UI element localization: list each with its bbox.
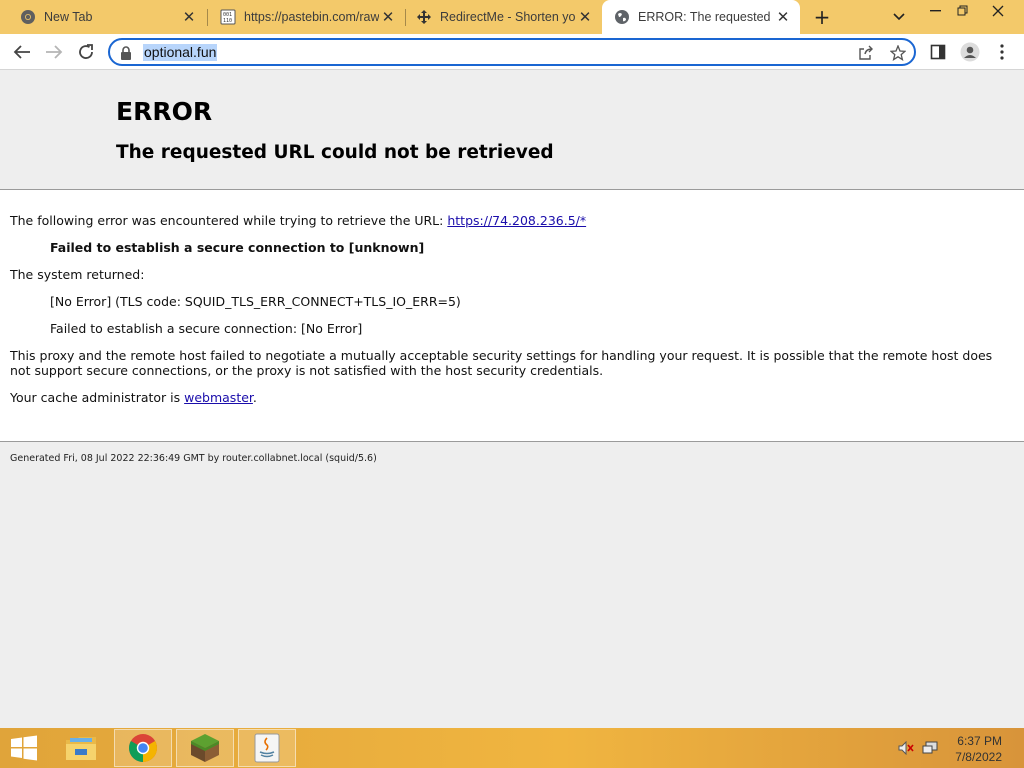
chrome-icon[interactable] bbox=[114, 729, 172, 767]
redirectme-icon bbox=[416, 9, 432, 25]
system-returned-label: The system returned: bbox=[10, 267, 145, 282]
address-bar[interactable]: optional.fun bbox=[108, 38, 916, 66]
profile-avatar-icon[interactable] bbox=[958, 40, 982, 64]
error-content: The following error was encountered whil… bbox=[0, 190, 1024, 442]
tls-error-code: [No Error] (TLS code: SQUID_TLS_ERR_CONN… bbox=[50, 294, 461, 309]
restore-button[interactable] bbox=[945, 0, 981, 22]
side-panel-icon[interactable] bbox=[926, 40, 950, 64]
admin-suffix-text: . bbox=[252, 390, 257, 405]
admin-prefix-text: Your cache administrator is bbox=[10, 390, 185, 405]
network-icon[interactable] bbox=[920, 729, 940, 767]
back-button[interactable] bbox=[10, 40, 34, 64]
windows-start-icon[interactable] bbox=[6, 729, 42, 767]
webmaster-link[interactable]: webmaster bbox=[184, 390, 253, 405]
tab-title: ERROR: The requested U bbox=[638, 10, 774, 24]
close-tab-icon[interactable]: ✕ bbox=[576, 8, 594, 26]
tab-title: RedirectMe - Shorten yo bbox=[440, 10, 576, 24]
clock-date: 7/8/2022 bbox=[955, 750, 1002, 764]
secure-connection-failure: Failed to establish a secure connection:… bbox=[50, 321, 363, 336]
reload-button[interactable] bbox=[74, 40, 98, 64]
page-content: ERROR The requested URL could not be ret… bbox=[0, 70, 1024, 728]
intro-text: The following error was encountered whil… bbox=[10, 213, 448, 228]
close-window-button[interactable] bbox=[980, 0, 1016, 22]
error-intro: The following error was encountered whil… bbox=[10, 213, 1010, 228]
clock-time: 6:37 PM bbox=[957, 734, 1002, 748]
bookmark-star-icon[interactable] bbox=[888, 43, 908, 63]
close-tab-icon[interactable]: ✕ bbox=[180, 8, 198, 26]
tab-title: https://pastebin.com/raw bbox=[244, 10, 379, 24]
retrieved-url-link[interactable]: https://74.208.236.5/* bbox=[447, 213, 586, 228]
chevron-down-icon[interactable] bbox=[888, 6, 910, 28]
new-tab-button[interactable]: + bbox=[809, 4, 835, 30]
speaker-muted-icon[interactable] bbox=[896, 729, 916, 767]
generated-footer: Generated Fri, 08 Jul 2022 22:36:49 GMT … bbox=[10, 453, 377, 464]
failure-message: Failed to establish a secure connection … bbox=[50, 240, 425, 255]
tab-pastebin[interactable]: 001 110 https://pastebin.com/raw ✕ bbox=[208, 0, 405, 34]
error-header: ERROR The requested URL could not be ret… bbox=[0, 70, 1024, 190]
close-tab-icon[interactable]: ✕ bbox=[379, 8, 397, 26]
menu-kebab-icon[interactable] bbox=[990, 40, 1014, 64]
chrome-icon bbox=[20, 9, 36, 25]
error-explanation: This proxy and the remote host failed to… bbox=[10, 348, 993, 378]
forward-button[interactable] bbox=[42, 40, 66, 64]
close-tab-icon[interactable]: ✕ bbox=[774, 8, 792, 26]
share-icon[interactable] bbox=[856, 43, 876, 63]
globe-icon bbox=[614, 9, 630, 25]
tab-title: New Tab bbox=[44, 10, 93, 24]
address-text[interactable]: optional.fun bbox=[143, 44, 218, 61]
tab-redirectme[interactable]: RedirectMe - Shorten yo ✕ bbox=[406, 0, 602, 34]
svg-text:110: 110 bbox=[223, 18, 232, 24]
error-subheading: The requested URL could not be retrieved bbox=[116, 142, 554, 163]
windows-taskbar: 6:37 PM 7/8/2022 bbox=[0, 728, 1024, 768]
file-explorer-icon[interactable] bbox=[56, 729, 106, 767]
browser-toolbar: optional.fun bbox=[0, 34, 1024, 70]
lock-icon[interactable] bbox=[120, 45, 134, 61]
tab-error[interactable]: ERROR: The requested U ✕ bbox=[602, 0, 800, 34]
pastebin-icon: 001 110 bbox=[220, 9, 236, 25]
minecraft-icon[interactable] bbox=[176, 729, 234, 767]
tab-strip: New Tab ✕ 001 110 https://pastebin.com/ra… bbox=[0, 0, 1024, 34]
tab-new-tab[interactable]: New Tab ✕ bbox=[0, 0, 206, 34]
java-icon[interactable] bbox=[238, 729, 296, 767]
cache-admin-line: Your cache administrator is webmaster. bbox=[10, 390, 1010, 405]
system-clock[interactable]: 6:37 PM 7/8/2022 bbox=[955, 733, 1002, 765]
error-heading: ERROR bbox=[116, 97, 213, 126]
